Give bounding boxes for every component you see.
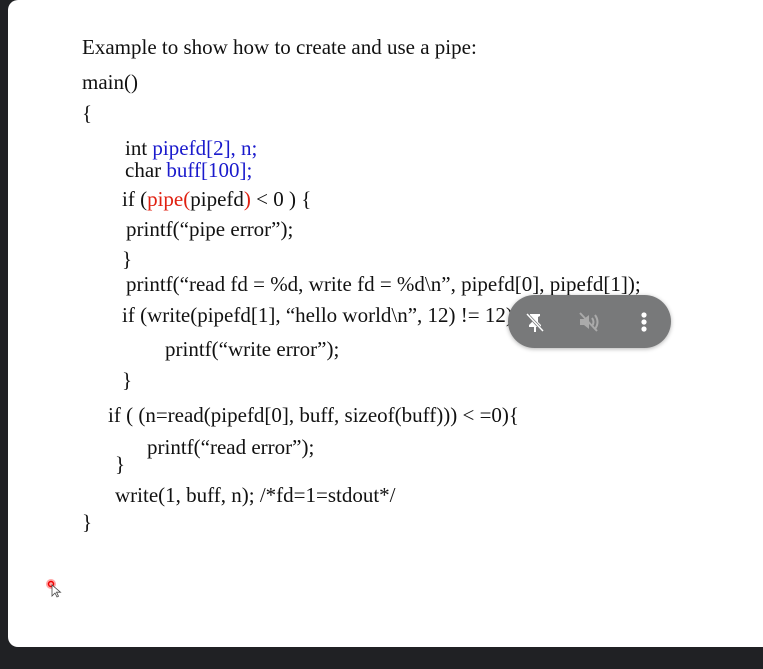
code-segment: write(1, buff, n); /*fd=1=stdout*/ [115, 483, 396, 507]
code-line: char buff[100]; [125, 158, 252, 182]
code-line: } [122, 368, 132, 392]
code-segment: buff[100]; [166, 158, 253, 182]
code-line: printf(“read fd = %d, write fd = %d\n”, … [126, 272, 641, 296]
code-line: } [82, 510, 92, 534]
more-vertical-icon[interactable] [629, 307, 659, 337]
code-segment: pipefd[2], n; [152, 136, 258, 160]
code-segment: } [115, 452, 126, 476]
code-line: if (write(pipefd[1], “hello world\n”, 12… [122, 303, 513, 327]
code-segment: < 0 ) { [250, 187, 312, 211]
code-segment: if ( (n=read(pipefd[0], buff, sizeof(buf… [108, 403, 520, 427]
volume-muted-icon[interactable] [574, 307, 604, 337]
code-segment: pipe( [147, 187, 191, 211]
code-segment: main() [82, 70, 138, 94]
code-line: if ( (n=read(pipefd[0], buff, sizeof(buf… [108, 403, 519, 427]
code-segment: } [82, 510, 93, 534]
code-line: if (pipe(pipefd) < 0 ) { [122, 187, 311, 211]
code-line: printf(“pipe error”); [126, 217, 293, 241]
code-segment: char [125, 158, 167, 182]
code-segment: ) [243, 187, 251, 211]
code-segment: { [82, 101, 93, 125]
code-segment: if ( [122, 187, 148, 211]
mouse-cursor-icon [46, 579, 62, 604]
code-segment: printf(“read fd = %d, write fd = %d\n”, … [126, 272, 641, 296]
code-segment: pipefd [190, 187, 244, 211]
code-line: printf(“write error”); [165, 337, 339, 361]
code-segment: } [122, 368, 133, 392]
code-segment: printf(“read error”); [147, 435, 315, 459]
document-heading: Example to show how to create and use a … [82, 35, 477, 59]
code-line: int pipefd[2], n; [125, 136, 257, 160]
code-segment: printf(“write error”); [165, 337, 340, 361]
code-line: } [115, 452, 125, 476]
media-controls-overlay [508, 295, 671, 348]
code-line: { [82, 101, 92, 125]
unpin-icon[interactable] [520, 307, 550, 337]
code-line: } [122, 247, 132, 271]
code-segment: } [122, 247, 133, 271]
code-segment: int [125, 136, 153, 160]
code-segment: printf(“pipe error”); [126, 217, 294, 241]
code-segment: if (write(pipefd[1], “hello world\n”, 12… [122, 303, 513, 327]
code-line: write(1, buff, n); /*fd=1=stdout*/ [115, 483, 396, 507]
code-line: printf(“read error”); [147, 435, 314, 459]
code-line: main() [82, 70, 138, 94]
